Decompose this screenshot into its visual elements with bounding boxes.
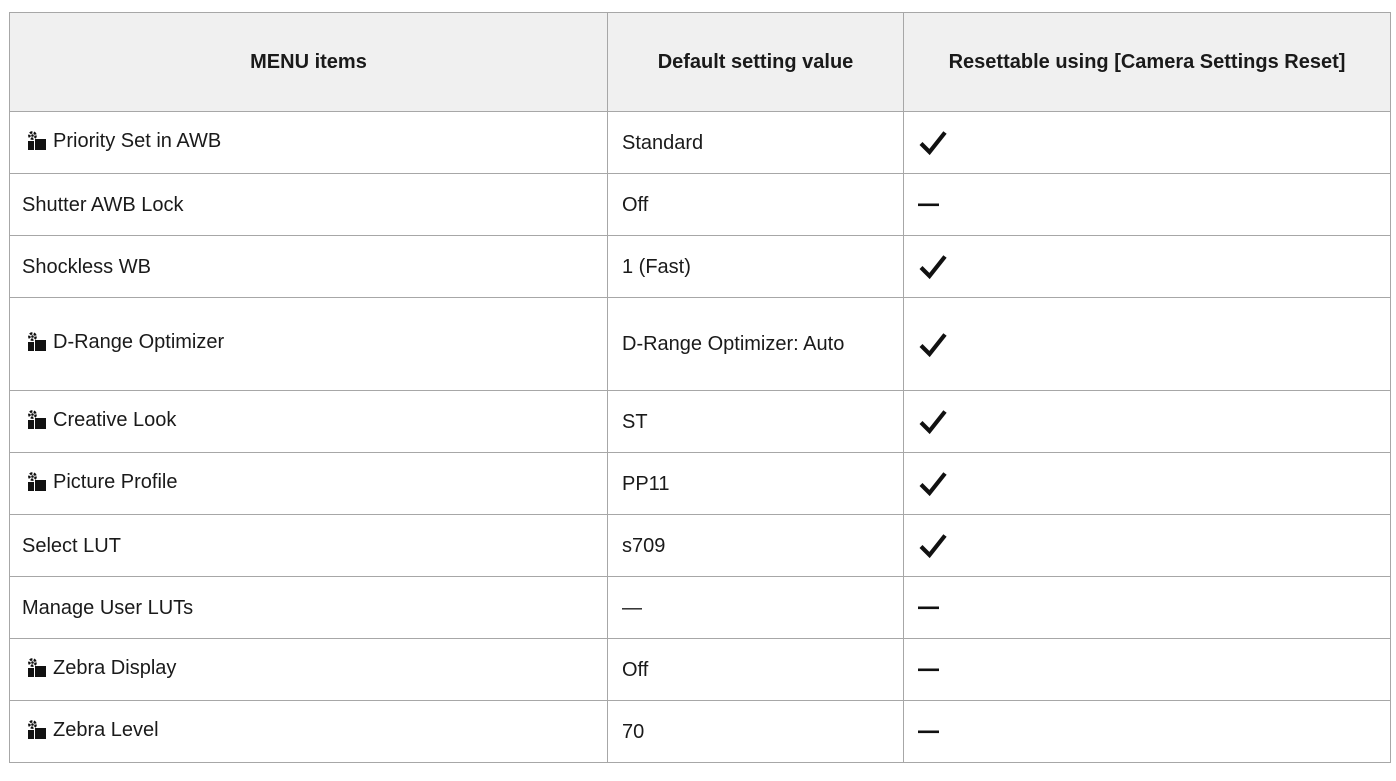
menu-item-cell: Manage User LUTs (9, 576, 608, 639)
resettable-cell (903, 452, 1391, 515)
still-movie-mode-icon (25, 330, 47, 361)
checkmark-icon (918, 532, 948, 560)
checkmark-icon (918, 129, 948, 157)
menu-item-cell: Shockless WB (9, 235, 608, 298)
menu-item-cell: Zebra Display (9, 638, 608, 701)
resettable-cell (903, 173, 1391, 236)
default-value-cell: D-Range Optimizer: Auto (607, 297, 904, 391)
menu-item-cell: Priority Set in AWB (9, 111, 608, 174)
dash-icon (918, 667, 940, 673)
default-value-cell: 70 (607, 700, 904, 763)
resettable-cell (903, 111, 1391, 174)
table-row: Picture Profile PP11 (9, 452, 1391, 515)
menu-item-picture-profile: Picture Profile (53, 470, 178, 493)
checkmark-icon (918, 253, 948, 281)
menu-item-shockless-wb: Shockless WB (22, 255, 151, 278)
still-movie-mode-icon (25, 718, 47, 749)
dash-icon (918, 605, 940, 611)
default-value-cell: Off (607, 638, 904, 701)
still-movie-mode-icon (25, 408, 47, 439)
menu-item-cell: Shutter AWB Lock (9, 173, 608, 236)
still-movie-mode-icon (25, 470, 47, 501)
resettable-cell (903, 235, 1391, 298)
header-default-value: Default setting value (607, 12, 904, 112)
resettable-cell (903, 514, 1391, 577)
menu-item-shutter-awb-lock: Shutter AWB Lock (22, 193, 184, 216)
menu-item-manage-user-luts: Manage User LUTs (22, 596, 194, 619)
dash-icon (918, 202, 940, 208)
menu-item-cell: Picture Profile (9, 452, 608, 515)
table-row: Manage User LUTs — (9, 576, 1391, 639)
table-row: Zebra Display Off (9, 638, 1391, 701)
default-value-cell: ST (607, 390, 904, 453)
resettable-cell (903, 638, 1391, 701)
table-row: Zebra Level 70 (9, 700, 1391, 763)
still-movie-mode-icon (25, 656, 47, 687)
header-row: MENU items Default setting value Resetta… (9, 12, 1391, 112)
default-value-cell: Standard (607, 111, 904, 174)
menu-item-creative-look: Creative Look (53, 408, 177, 431)
menu-item-priority-set-in-awb: Priority Set in AWB (53, 129, 222, 152)
header-resettable: Resettable using [Camera Settings Reset] (903, 12, 1391, 112)
resettable-cell (903, 700, 1391, 763)
menu-item-zebra-level: Zebra Level (53, 718, 159, 741)
resettable-cell (903, 576, 1391, 639)
table-body: Priority Set in AWB Standard Shutter AWB L… (9, 111, 1391, 763)
resettable-cell (903, 297, 1391, 391)
menu-item-select-lut: Select LUT (22, 534, 121, 557)
default-value-cell: PP11 (607, 452, 904, 515)
table-row: Creative Look ST (9, 390, 1391, 453)
still-movie-mode-icon (25, 129, 47, 160)
menu-item-cell: Zebra Level (9, 700, 608, 763)
table-row: Shockless WB 1 (Fast) (9, 235, 1391, 298)
menu-item-zebra-display: Zebra Display (53, 656, 177, 679)
default-value-cell: 1 (Fast) (607, 235, 904, 298)
resettable-cell (903, 390, 1391, 453)
table-row: Select LUT s709 (9, 514, 1391, 577)
dash-icon (918, 729, 940, 735)
checkmark-icon (918, 408, 948, 436)
menu-item-cell: Creative Look (9, 390, 608, 453)
settings-table: MENU items Default setting value Resetta… (9, 12, 1391, 763)
default-value-cell: s709 (607, 514, 904, 577)
header-menu-items: MENU items (9, 12, 608, 112)
table-row: Shutter AWB Lock Off (9, 173, 1391, 236)
checkmark-icon (918, 331, 948, 359)
menu-item-cell: D-Range Optimizer (9, 297, 608, 391)
menu-item-d-range-optimizer: D-Range Optimizer (53, 331, 225, 353)
table-row: Priority Set in AWB Standard (9, 111, 1391, 174)
table-row: D-Range Optimizer D-Range Optimizer: Auto (9, 297, 1391, 391)
menu-item-cell: Select LUT (9, 514, 608, 577)
default-value-cell: — (607, 576, 904, 639)
checkmark-icon (918, 470, 948, 498)
default-value-cell: Off (607, 173, 904, 236)
